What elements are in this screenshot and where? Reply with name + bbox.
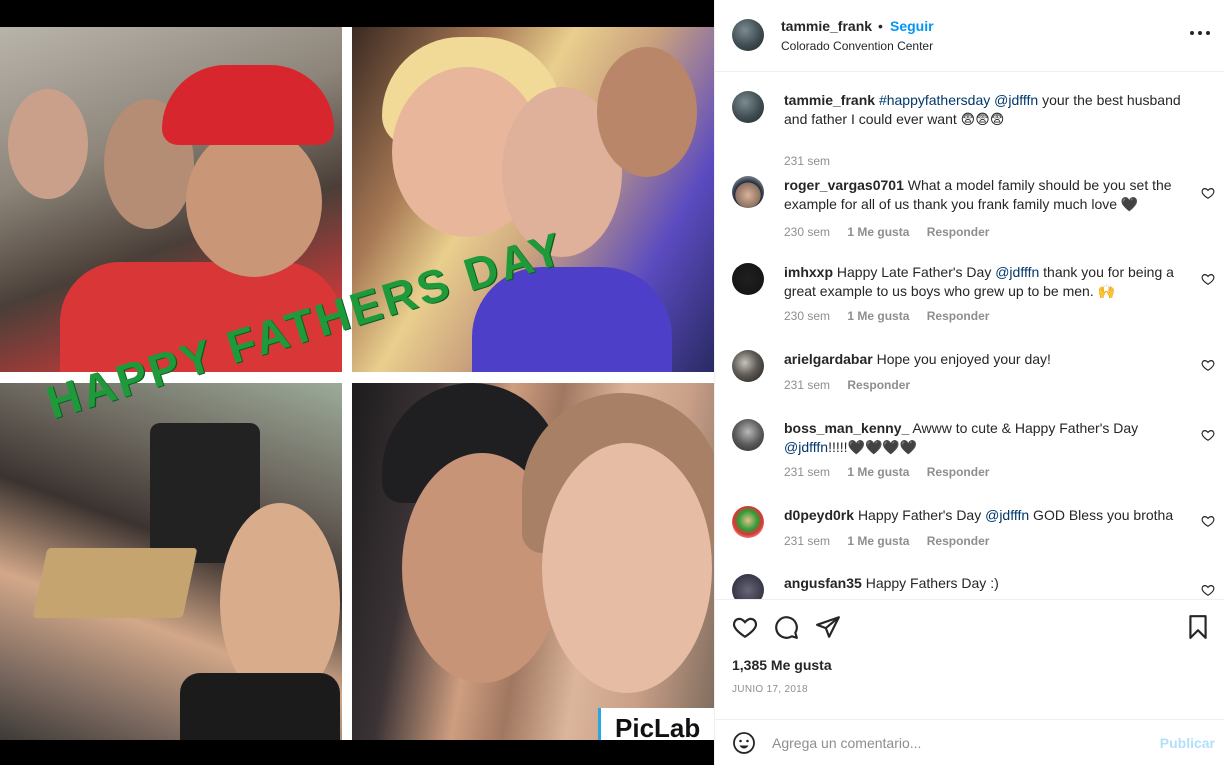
emoji-icon[interactable] [732,731,756,755]
comment-body-start: Happy Father's Day [857,507,986,523]
comment-time[interactable]: 231 sem [784,465,830,479]
caption-time[interactable]: 231 sem [784,154,830,168]
sofa-shape [180,673,340,740]
comment-body: GOD Bless you brotha [1029,507,1174,523]
comment-text: boss_man_kenny_ Awww to cute & Happy Fat… [784,419,1182,457]
comment-meta: 230 sem 1 Me gusta Responder [784,309,1003,323]
comment-likes[interactable]: 1 Me gusta [847,465,909,479]
caption-avatar[interactable] [732,91,764,123]
comment-text: imhxxp Happy Late Father's Day @jdfffn t… [784,263,1182,301]
post-header: tammie_frank • Seguir Colorado Conventio… [715,0,1224,72]
reply-button[interactable]: Responder [927,225,990,239]
commenter-avatar[interactable] [732,419,764,451]
person-shape [597,47,697,177]
author-avatar[interactable] [732,19,764,51]
share-paper-plane-icon[interactable] [815,614,841,640]
comment-likes[interactable]: 1 Me gusta [847,309,909,323]
commenter-avatar[interactable] [732,506,764,538]
comment-text: d0peyd0rk Happy Father's Day @jdfffn GOD… [784,506,1182,525]
comment-likes[interactable]: 1 Me gusta [847,225,909,239]
comment-username[interactable]: imhxxp [784,264,833,280]
person-shape [186,127,322,277]
commenter-avatar[interactable] [732,574,764,599]
follow-button[interactable]: Seguir [890,18,934,34]
comment-username[interactable]: boss_man_kenny_ [784,420,909,436]
comment-time[interactable]: 231 sem [784,534,830,548]
comment-username[interactable]: d0peyd0rk [784,507,854,523]
comment-mention[interactable]: @jdfffn [985,507,1029,523]
comment-meta: 231 sem 1 Me gusta Responder [784,534,1003,548]
comment-mention[interactable]: @jdfffn [995,264,1039,280]
comment-body: Happy Fathers Day :) [865,575,999,591]
comment-input[interactable] [772,730,1152,756]
post-date[interactable]: JUNIO 17, 2018 [732,684,808,695]
comment-text: arielgardabar Hope you enjoyed your day! [784,350,1182,369]
author-username[interactable]: tammie_frank [781,18,872,34]
post-media[interactable]: HAPPY FATHERS DAY PicLab [0,0,714,765]
comment-meta: 230 sem 1 Me gusta Responder [784,225,1003,239]
likes-count[interactable]: 1,385 Me gusta [732,657,832,673]
comment-mention[interactable]: @jdfffn [784,439,828,455]
comment-body: !!!!!🖤🖤🖤🖤 [828,439,918,455]
save-bookmark-icon[interactable] [1185,614,1211,640]
separator-dot: • [878,18,883,34]
caption-username[interactable]: tammie_frank [784,92,875,108]
collage-photo-father-daughter [352,383,714,740]
publish-button[interactable]: Publicar [1160,735,1215,751]
comment-composer: Publicar [715,719,1224,765]
like-comment-heart-icon[interactable] [1201,514,1215,528]
commenter-avatar[interactable] [732,176,764,208]
post-actions: 1,385 Me gusta JUNIO 17, 2018 [715,599,1224,719]
like-comment-heart-icon[interactable] [1201,272,1215,286]
person-shape [542,443,712,693]
red-cap-shape [162,65,334,145]
reply-button[interactable]: Responder [927,534,990,548]
more-options-icon[interactable] [1189,22,1211,42]
comment-body-start: Awww to cute & Happy Father's Day [912,420,1139,436]
caption-text: tammie_frank #happyfathersday @jdfffn yo… [784,91,1182,129]
caption-mention[interactable]: @jdfffn [994,92,1038,108]
like-comment-heart-icon[interactable] [1201,428,1215,442]
caption-meta: 231 sem [784,154,844,168]
comments-list[interactable]: tammie_frank #happyfathersday @jdfffn yo… [715,73,1224,599]
comment-username[interactable]: roger_vargas0701 [784,177,904,193]
comment-time[interactable]: 231 sem [784,378,830,392]
like-comment-heart-icon[interactable] [1201,358,1215,372]
comment-meta: 231 sem 1 Me gusta Responder [784,465,1003,479]
collage-photo-chess [0,383,342,740]
comment-meta: 231 sem Responder [784,378,924,392]
comment-text: angusfan35 Happy Fathers Day :) [784,574,1182,593]
like-heart-icon[interactable] [732,614,758,640]
comment-text: roger_vargas0701 What a model family sho… [784,176,1182,214]
reply-button[interactable]: Responder [927,309,990,323]
comment-time[interactable]: 230 sem [784,225,830,239]
post-panel: tammie_frank • Seguir Colorado Conventio… [714,0,1224,765]
like-comment-heart-icon[interactable] [1201,583,1215,597]
reply-button[interactable]: Responder [847,378,910,392]
comment-username[interactable]: angusfan35 [784,575,862,591]
comment-body: Hope you enjoyed your day! [876,351,1051,367]
commenter-avatar[interactable] [732,350,764,382]
post-location[interactable]: Colorado Convention Center [781,39,933,53]
comment-username[interactable]: arielgardabar [784,351,873,367]
reply-button[interactable]: Responder [927,465,990,479]
like-comment-heart-icon[interactable] [1201,186,1215,200]
comment-likes[interactable]: 1 Me gusta [847,534,909,548]
commenter-avatar[interactable] [732,263,764,295]
comment-bubble-icon[interactable] [773,614,799,640]
chessboard-shape [32,548,198,618]
comment-time[interactable]: 230 sem [784,309,830,323]
caption-hashtag[interactable]: #happyfathersday [879,92,990,108]
piclab-watermark: PicLab [598,708,714,740]
person-shape [8,89,88,199]
comment-body-start: Happy Late Father's Day [836,264,996,280]
